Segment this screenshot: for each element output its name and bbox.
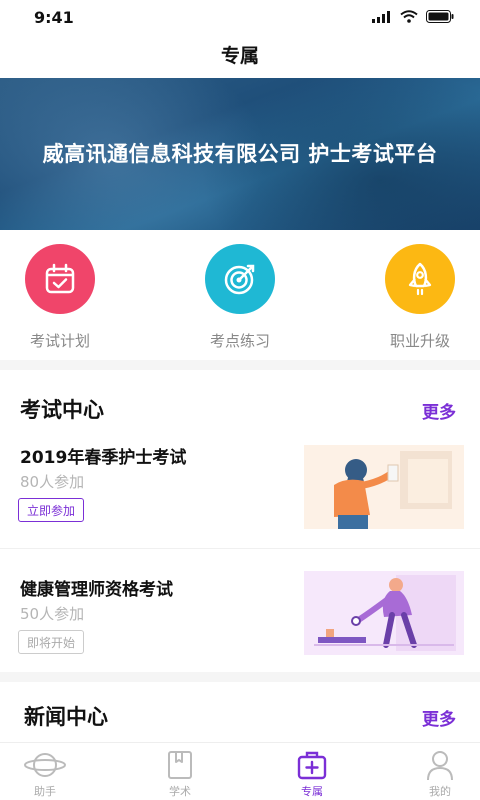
tab-label: 我的 bbox=[429, 785, 451, 798]
tab-exclusive[interactable]: 专属 bbox=[272, 749, 352, 799]
exam-card[interactable]: 2019年春季护士考试 80人参加 立即参加 bbox=[0, 433, 480, 553]
status-bar: 9:41 bbox=[0, 0, 480, 32]
news-center-header: 新闻中心 更多 bbox=[0, 695, 480, 735]
calendar-check-icon bbox=[25, 244, 95, 314]
divider bbox=[0, 672, 480, 682]
signal-icon bbox=[372, 10, 390, 23]
wifi-icon bbox=[400, 10, 418, 23]
section-title: 新闻中心 bbox=[24, 705, 108, 729]
exam-illustration bbox=[304, 445, 464, 529]
status-time: 9:41 bbox=[34, 8, 74, 27]
quick-label: 考点练习 bbox=[209, 332, 270, 350]
quick-label: 考试计划 bbox=[29, 332, 90, 350]
quick-actions: 考试计划 考点练习 职业升级 bbox=[0, 230, 480, 360]
exam-count: 50人参加 bbox=[20, 605, 85, 623]
exam-title: 2019年春季护士考试 bbox=[20, 448, 187, 468]
tab-label: 专属 bbox=[301, 785, 323, 798]
tab-assistant[interactable]: 助手 bbox=[5, 749, 85, 799]
planet-icon bbox=[5, 749, 85, 781]
banner-text: 威高讯通信息科技有限公司 护士考试平台 bbox=[42, 142, 438, 166]
tab-academic[interactable]: 学术 bbox=[140, 749, 220, 799]
tab-mine[interactable]: 我的 bbox=[400, 749, 480, 799]
user-icon bbox=[400, 749, 480, 781]
exam-center-header: 考试中心 更多 bbox=[0, 388, 480, 428]
quick-practice[interactable]: 考点练习 bbox=[180, 244, 300, 351]
exam-count: 80人参加 bbox=[20, 473, 85, 491]
page-title: 专属 bbox=[220, 44, 259, 67]
medical-kit-icon bbox=[272, 749, 352, 781]
divider bbox=[0, 360, 480, 370]
exam-card[interactable]: 健康管理师资格考试 50人参加 即将开始 bbox=[0, 565, 480, 685]
banner[interactable]: 威高讯通信息科技有限公司 护士考试平台 bbox=[0, 78, 480, 230]
exam-title: 健康管理师资格考试 bbox=[20, 580, 173, 600]
battery-icon bbox=[426, 10, 454, 23]
more-link[interactable]: 更多 bbox=[422, 705, 456, 730]
target-icon bbox=[205, 244, 275, 314]
status-icons bbox=[372, 10, 454, 23]
tab-label: 学术 bbox=[169, 785, 191, 798]
tab-bar: 助手 学术 专属 我的 bbox=[0, 742, 480, 800]
rocket-icon bbox=[385, 244, 455, 314]
divider bbox=[0, 548, 480, 549]
book-icon bbox=[140, 749, 220, 781]
upcoming-button[interactable]: 即将开始 bbox=[18, 630, 85, 654]
quick-label: 职业升级 bbox=[389, 332, 450, 350]
join-button[interactable]: 立即参加 bbox=[18, 498, 85, 522]
tab-label: 助手 bbox=[34, 785, 56, 798]
exam-illustration bbox=[304, 571, 464, 655]
more-link[interactable]: 更多 bbox=[422, 398, 456, 423]
nav-bar: 专属 bbox=[0, 32, 480, 76]
quick-exam-plan[interactable]: 考试计划 bbox=[0, 244, 120, 351]
section-title: 考试中心 bbox=[20, 398, 104, 422]
quick-career[interactable]: 职业升级 bbox=[360, 244, 480, 351]
